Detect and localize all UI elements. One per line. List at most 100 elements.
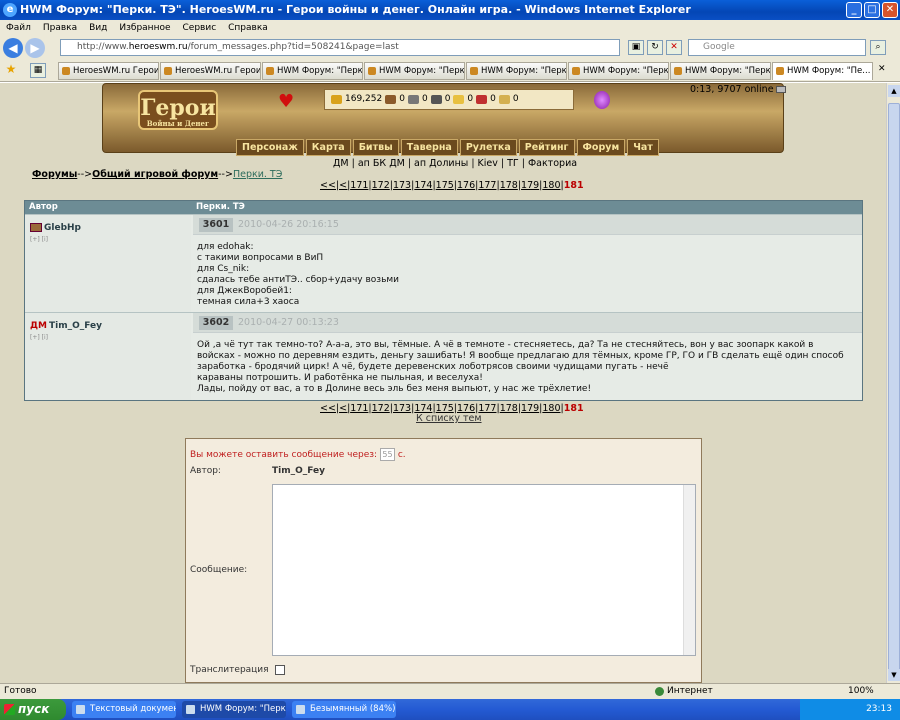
logo-subtitle: Войны и Денег — [146, 119, 210, 128]
post-body: для edohak: с такими вопросами в ВиП для… — [197, 242, 857, 308]
menu-help[interactable]: Справка — [228, 20, 268, 36]
resources-bar: 169,252 0 0 0 0 0 0 — [324, 89, 574, 110]
crumb-general[interactable]: Общий игровой форум — [92, 169, 218, 180]
page-link[interactable]: 179 — [521, 403, 539, 414]
menu-tools[interactable]: Сервис — [183, 20, 217, 36]
search-input[interactable]: Google — [688, 39, 866, 56]
search-icon[interactable]: ⌕ — [870, 40, 886, 55]
page-link[interactable]: 178 — [500, 403, 518, 414]
nav-battles[interactable]: Битвы — [352, 139, 399, 156]
tab-2[interactable]: HeroesWM.ru Герои ... — [160, 62, 261, 80]
page-link[interactable]: 178 — [500, 180, 518, 191]
quick-tabs-icon[interactable]: ▦ — [30, 63, 46, 78]
to-topic-list-link[interactable]: К списку тем — [416, 413, 482, 424]
post-number: 3601 — [199, 218, 233, 232]
tab-strip: ★ ▦ HeroesWM.ru Герои ... HeroesWM.ru Ге… — [0, 60, 900, 82]
scroll-down-icon[interactable]: ▼ — [888, 669, 900, 681]
page-link[interactable]: 173 — [393, 403, 411, 414]
page-link[interactable]: 176 — [457, 180, 475, 191]
page-link[interactable]: 177 — [478, 180, 496, 191]
author-mini-links[interactable]: [+] [i] — [30, 236, 191, 243]
favicon-icon — [572, 67, 580, 75]
textarea-scrollbar[interactable] — [683, 485, 695, 655]
page-link[interactable]: 172 — [372, 403, 390, 414]
page-link[interactable]: 171 — [350, 180, 368, 191]
mail-icon[interactable] — [775, 86, 786, 93]
taskbar-item-paint[interactable]: Безымянный (84%) -... — [292, 701, 396, 718]
author-mini-links[interactable]: [+] [i] — [30, 334, 191, 341]
post-line: для edohak: — [197, 242, 254, 252]
crumb-sep: --> — [77, 169, 93, 180]
mercury-icon — [430, 95, 442, 104]
scroll-up-icon[interactable]: ▲ — [888, 85, 900, 97]
tab-5[interactable]: HWM Форум: "Перки.... — [466, 62, 567, 80]
nav-map[interactable]: Карта — [305, 139, 351, 156]
nav-forum[interactable]: Форум — [576, 139, 626, 156]
sub-links[interactable]: ДМ | ап БК ДМ | ап Долины | Kiev | ТГ | … — [333, 158, 577, 169]
tab-3[interactable]: HWM Форум: "Перки.... — [262, 62, 363, 80]
post-line: войсках - можно по деревням ездить, день… — [197, 351, 844, 361]
tab-6[interactable]: HWM Форум: "Перки.... — [568, 62, 669, 80]
post-line: сдалась тебе антиТЭ.. сбор+удачу возьми — [197, 275, 400, 285]
tab-label: HWM Форум: "Перки.... — [583, 66, 669, 76]
taskbar-item-browser[interactable]: HWM Форум: "Перки... — [182, 701, 286, 718]
favicon-icon — [164, 67, 172, 75]
nav-chat[interactable]: Чат — [627, 139, 659, 156]
close-tab-icon[interactable]: ✕ — [878, 64, 886, 74]
menu-file[interactable]: Файл — [6, 20, 31, 36]
post-header: 3602 2010-04-27 00:13:23 — [193, 313, 862, 333]
refresh-icon[interactable]: ↻ — [647, 40, 663, 55]
page-link[interactable]: 180 — [542, 403, 560, 414]
page-scrollbar[interactable]: ▲ ▼ — [886, 83, 900, 683]
tab-7[interactable]: HWM Форум: "Перки.... — [670, 62, 771, 80]
post-line: темная сила+3 хаоса — [197, 297, 300, 307]
page-link[interactable]: 174 — [414, 180, 432, 191]
pager-first-prev[interactable]: <<|<| — [320, 403, 350, 414]
taskbar-item-notepad[interactable]: Текстовый докумен... — [72, 701, 176, 718]
translit-checkbox[interactable] — [275, 665, 285, 675]
tab-4[interactable]: HWM Форум: "Перки.... — [364, 62, 465, 80]
menu-bar: Файл Правка Вид Избранное Сервис Справка — [0, 20, 900, 36]
tab-8-active[interactable]: HWM Форум: "Пе... — [772, 62, 873, 80]
post-row: GlebHp [+] [i] 3601 2010-04-26 20:16:15 … — [25, 214, 862, 312]
menu-edit[interactable]: Правка — [43, 20, 77, 36]
wait-text: Вы можете оставить сообщение через: — [190, 450, 378, 460]
address-field[interactable]: http://www.heroeswm.ru/forum_messages.ph… — [60, 39, 620, 56]
favorites-star-icon[interactable]: ★ — [3, 63, 19, 78]
page-link[interactable]: 180 — [542, 180, 560, 191]
nav-tavern[interactable]: Таверна — [400, 139, 458, 156]
author-name[interactable]: Tim_O_Fey — [49, 321, 102, 331]
message-textarea[interactable] — [272, 484, 696, 656]
pager-first-prev[interactable]: <<|<| — [320, 180, 350, 191]
page-content: Герои Войны и Денег ♥ 169,252 0 0 0 0 0 0… — [0, 83, 886, 683]
page-link[interactable]: 173 — [393, 180, 411, 191]
menu-view[interactable]: Вид — [89, 20, 107, 36]
page-link[interactable]: 171 — [350, 403, 368, 414]
forward-icon[interactable]: ▶ — [25, 38, 45, 58]
game-logo[interactable]: Герои Войны и Денег — [138, 90, 218, 130]
crumb-forums[interactable]: Форумы — [32, 169, 77, 180]
nav-rating[interactable]: Рейтинг — [518, 139, 575, 156]
start-button[interactable]: пуск — [0, 699, 66, 720]
scroll-thumb[interactable] — [888, 103, 900, 673]
author-name[interactable]: GlebHp — [44, 223, 81, 233]
back-icon[interactable]: ◀ — [3, 38, 23, 58]
menu-favorites[interactable]: Избранное — [119, 20, 170, 36]
close-button[interactable]: ✕ — [882, 2, 898, 18]
maximize-button[interactable]: □ — [864, 2, 880, 18]
minimize-button[interactable]: _ — [846, 2, 862, 18]
nav-character[interactable]: Персонаж — [236, 139, 304, 156]
compat-icon[interactable]: ▣ — [628, 40, 644, 55]
nav-roulette[interactable]: Рулетка — [459, 139, 517, 156]
zoom-level[interactable]: 100% — [848, 684, 874, 699]
page-link[interactable]: 179 — [521, 180, 539, 191]
tab-1[interactable]: HeroesWM.ru Герои ... — [58, 62, 159, 80]
wait-notice: Вы можете оставить сообщение через: 55 с… — [190, 448, 406, 461]
crumb-topic[interactable]: Перки. ТЭ — [233, 169, 282, 180]
clan-tag[interactable]: ДМ — [30, 321, 47, 331]
address-path: /forum_messages.php?tid=508241&page=last — [187, 42, 399, 52]
page-link[interactable]: 172 — [372, 180, 390, 191]
stop-icon[interactable]: ✕ — [666, 40, 682, 55]
online-counter: 0:13, 9707 online — [690, 84, 786, 95]
page-link[interactable]: 175 — [436, 180, 454, 191]
